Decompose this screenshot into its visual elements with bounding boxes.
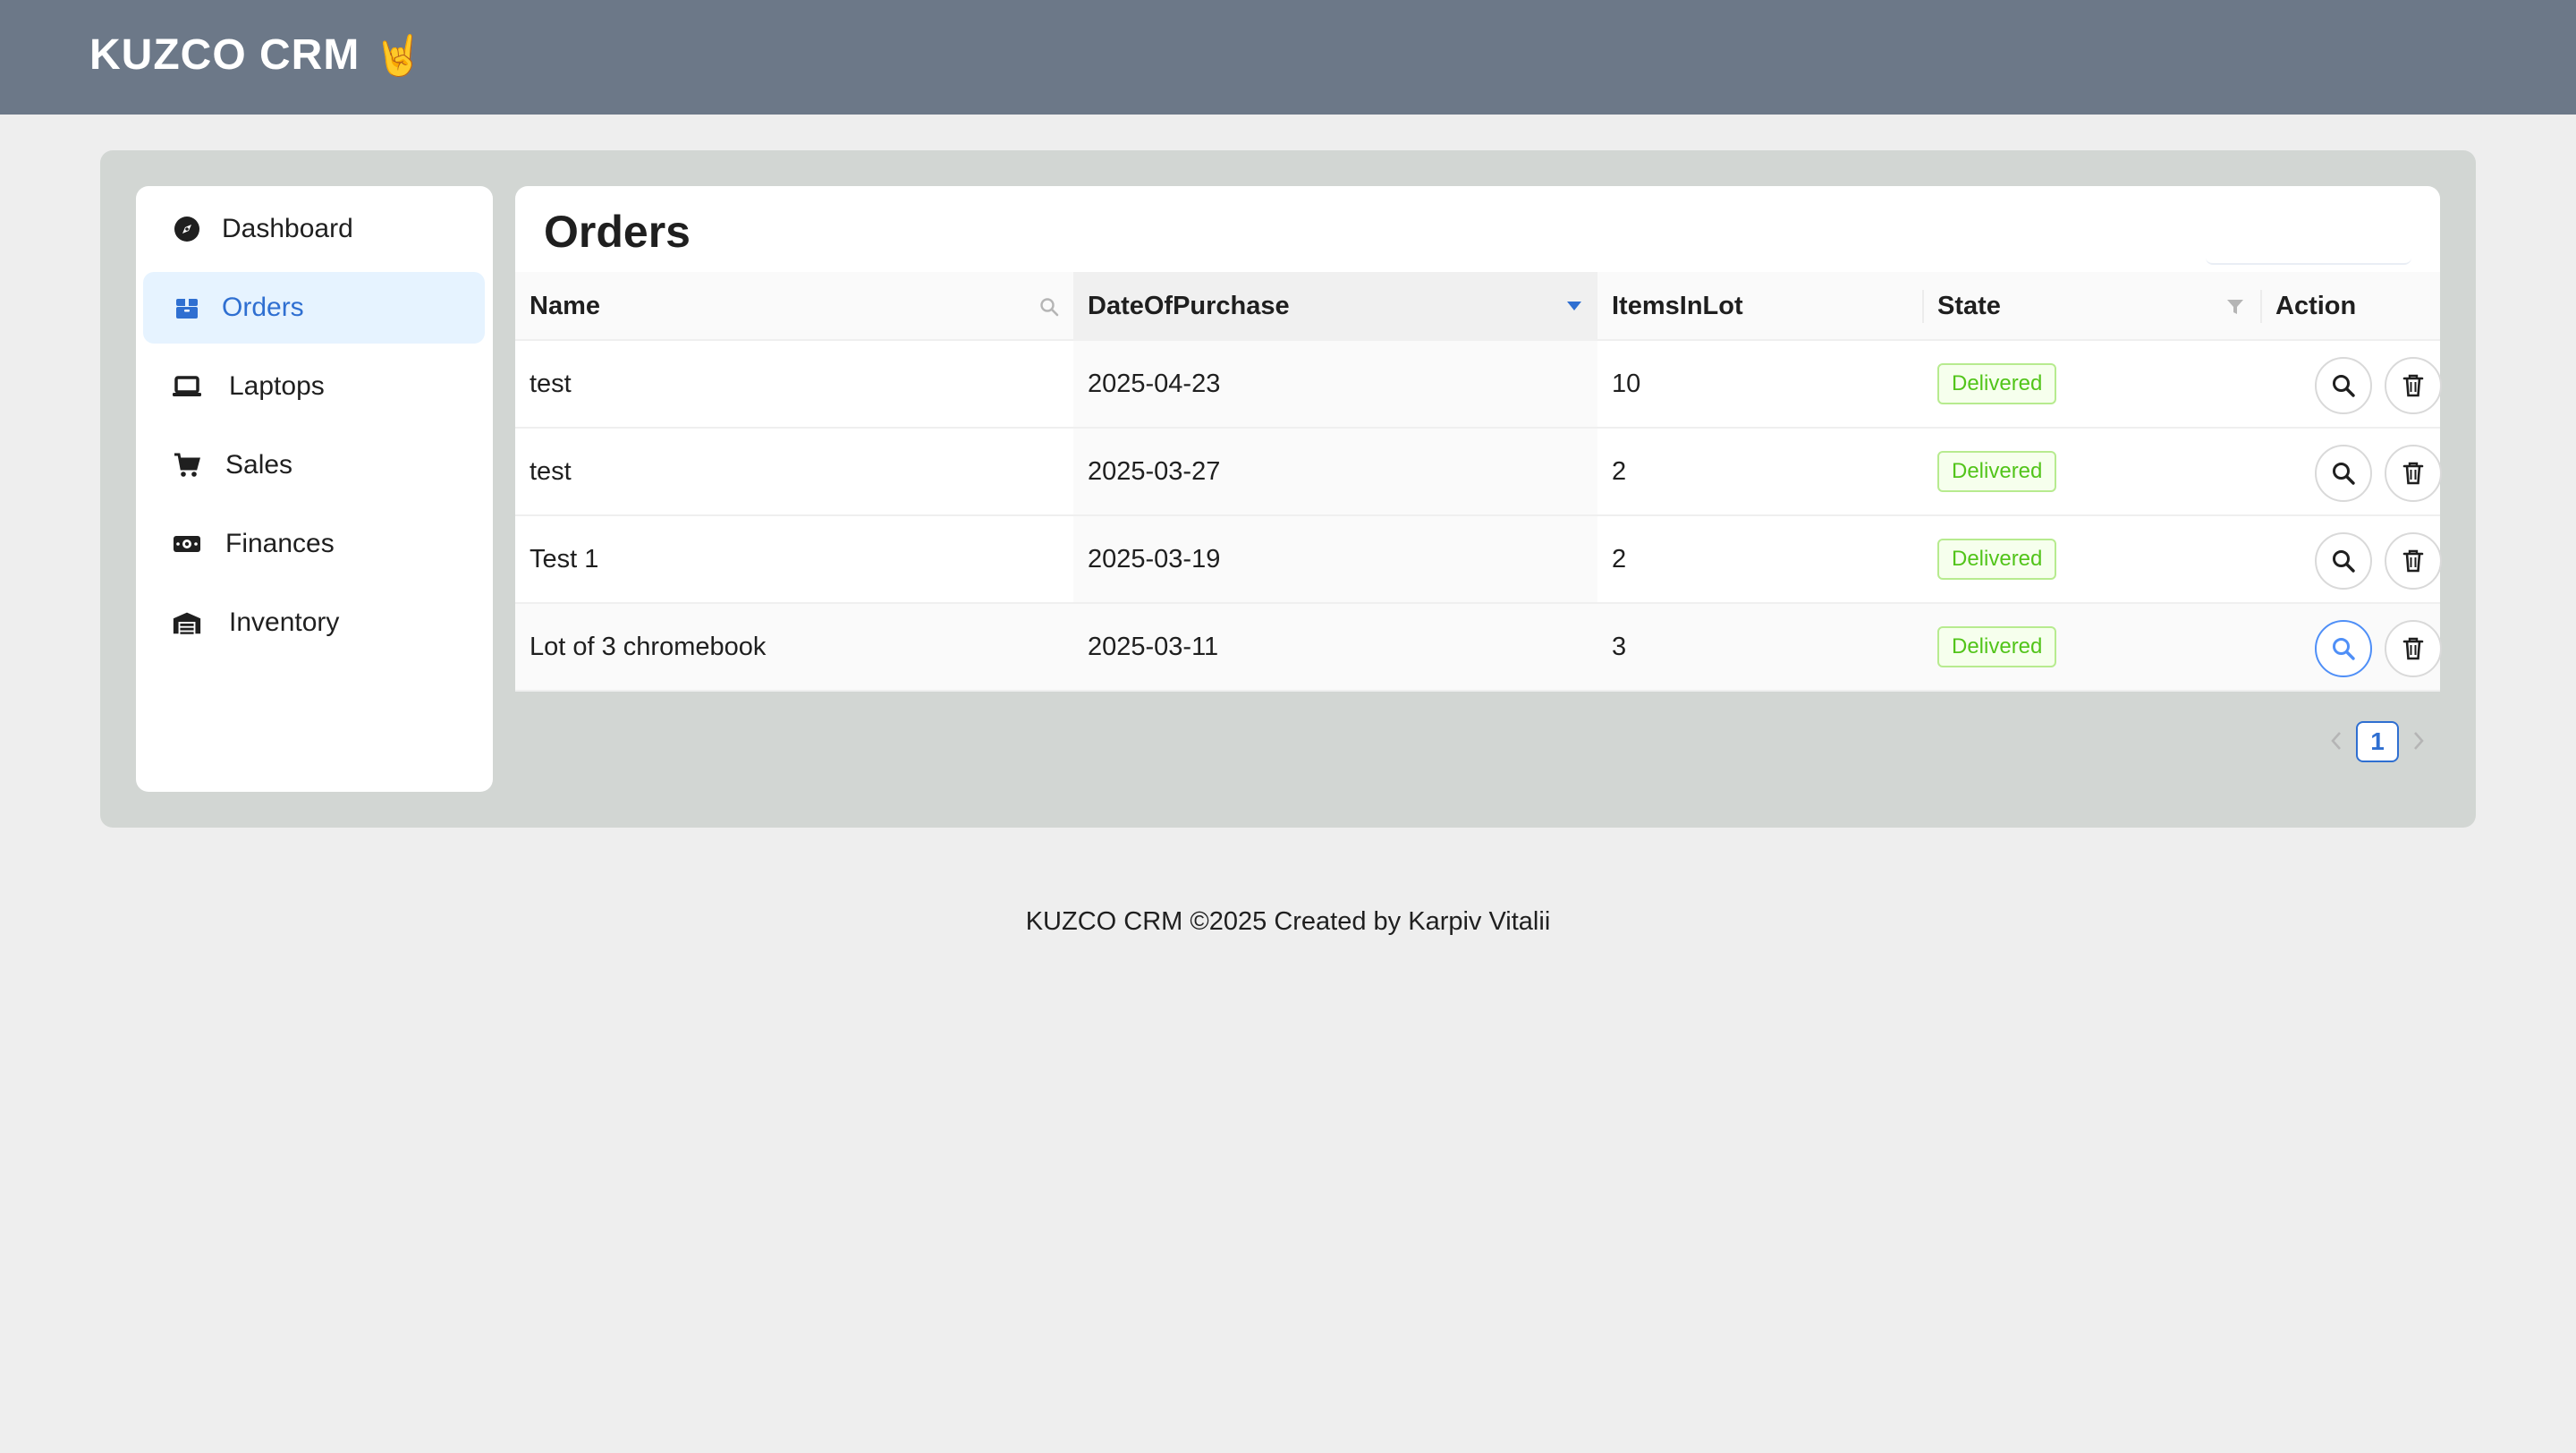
- column-header-label: Action: [2275, 292, 2357, 320]
- box-icon: [172, 293, 202, 322]
- cell-state: Delivered: [1923, 341, 2261, 427]
- cell-items: 10: [1612, 369, 1641, 398]
- footer-text: KUZCO CRM ©2025 Created by Karpiv Vitali…: [1025, 907, 1551, 936]
- column-header-label: DateOfPurchase: [1088, 292, 1290, 320]
- cell-state: Delivered: [1923, 429, 2261, 514]
- column-header-items[interactable]: ItemsInLot: [1597, 272, 1923, 341]
- cell-name: test: [530, 456, 572, 486]
- status-badge: Delivered: [1937, 451, 2057, 492]
- table-row[interactable]: Test 1 2025-03-19 2 Delivered: [515, 516, 2442, 604]
- app-brand[interactable]: KUZCO CRM 🤘: [89, 30, 424, 80]
- view-order-button[interactable]: [2315, 532, 2372, 590]
- warehouse-icon: [172, 608, 202, 637]
- column-header-action: Action: [2261, 272, 2440, 341]
- delete-order-button[interactable]: [2385, 445, 2442, 502]
- column-header-label: ItemsInLot: [1612, 292, 1743, 320]
- sidebar-item-label: Dashboard: [222, 214, 353, 243]
- sidebar-item-inventory[interactable]: Inventory: [143, 587, 485, 659]
- cell-state: Delivered: [1923, 604, 2261, 690]
- filter-icon[interactable]: [2224, 295, 2247, 319]
- table-body: test 2025-04-23 10 Delivered test 2025-0…: [515, 341, 2442, 692]
- sidebar-item-label: Finances: [225, 529, 335, 558]
- cell-items: 2: [1612, 544, 1627, 574]
- toolbar-placeholder: [2206, 252, 2411, 265]
- laptop-icon: [172, 372, 202, 401]
- trash-icon: [2402, 637, 2424, 660]
- page-title: Orders: [544, 207, 691, 257]
- search-icon: [2333, 375, 2355, 397]
- money-icon: [172, 530, 202, 558]
- delete-order-button[interactable]: [2385, 357, 2442, 414]
- orders-panel: Orders Name DateOfPurchase ItemsInLot St…: [515, 186, 2442, 692]
- table-row[interactable]: test 2025-03-27 2 Delivered: [515, 429, 2442, 516]
- trash-icon: [2402, 462, 2424, 485]
- cell-date: 2025-03-27: [1073, 429, 1597, 514]
- search-icon: [2333, 463, 2355, 485]
- sidebar-item-finances[interactable]: Finances: [143, 508, 485, 580]
- cell-date: 2025-03-11: [1073, 604, 1597, 690]
- search-icon: [2333, 638, 2355, 660]
- cart-icon: [172, 451, 202, 480]
- sidebar-item-laptops[interactable]: Laptops: [143, 351, 485, 422]
- delete-order-button[interactable]: [2385, 620, 2442, 677]
- cell-name: Test 1: [530, 544, 599, 574]
- chevron-right-icon[interactable]: [2401, 719, 2436, 762]
- cell-items: 3: [1612, 632, 1627, 661]
- sidebar-item-dashboard[interactable]: Dashboard: [143, 193, 485, 265]
- table-row[interactable]: test 2025-04-23 10 Delivered: [515, 341, 2442, 429]
- cell-items: 2: [1612, 456, 1627, 486]
- cell-date: 2025-03-19: [1073, 516, 1597, 602]
- rock-hand-icon: 🤘: [374, 33, 425, 78]
- sort-down-icon[interactable]: [1563, 297, 1585, 315]
- search-icon: [2333, 550, 2355, 573]
- search-icon[interactable]: [1038, 295, 1061, 319]
- column-header-state[interactable]: State: [1923, 272, 2261, 341]
- cell-date: 2025-04-23: [1073, 341, 1597, 427]
- page-number-current[interactable]: 1: [2356, 721, 2399, 762]
- compass-icon: [172, 215, 202, 243]
- table-header: Name DateOfPurchase ItemsInLot State Act…: [515, 272, 2440, 341]
- app-title: KUZCO CRM: [89, 31, 360, 79]
- view-order-button[interactable]: [2315, 445, 2372, 502]
- top-header: KUZCO CRM 🤘: [0, 0, 2576, 115]
- sidebar-item-sales[interactable]: Sales: [143, 429, 485, 501]
- column-header-date[interactable]: DateOfPurchase: [1073, 272, 1597, 341]
- sidebar-item-label: Orders: [222, 293, 304, 322]
- view-order-button[interactable]: [2315, 620, 2372, 677]
- sidebar: Dashboard Orders Laptops Sales Finances …: [136, 186, 493, 792]
- delete-order-button[interactable]: [2385, 532, 2442, 590]
- orders-table: Name DateOfPurchase ItemsInLot State Act…: [515, 272, 2442, 692]
- sidebar-item-label: Laptops: [229, 371, 325, 401]
- column-header-label: Name: [530, 292, 600, 320]
- sidebar-item-orders[interactable]: Orders: [143, 272, 485, 344]
- sidebar-item-label: Sales: [225, 450, 293, 480]
- cell-name: test: [530, 369, 572, 398]
- sidebar-item-label: Inventory: [229, 608, 340, 637]
- trash-icon: [2402, 374, 2424, 397]
- chevron-left-icon[interactable]: [2318, 719, 2354, 762]
- status-badge: Delivered: [1937, 363, 2057, 404]
- cell-name: Lot of 3 chromebook: [530, 632, 767, 661]
- cell-state: Delivered: [1923, 516, 2261, 602]
- view-order-button[interactable]: [2315, 357, 2372, 414]
- column-header-label: State: [1937, 292, 2001, 320]
- column-header-name[interactable]: Name: [515, 272, 1073, 341]
- table-row[interactable]: Lot of 3 chromebook 2025-03-11 3 Deliver…: [515, 604, 2442, 692]
- status-badge: Delivered: [1937, 539, 2057, 580]
- trash-icon: [2402, 549, 2424, 573]
- status-badge: Delivered: [1937, 626, 2057, 667]
